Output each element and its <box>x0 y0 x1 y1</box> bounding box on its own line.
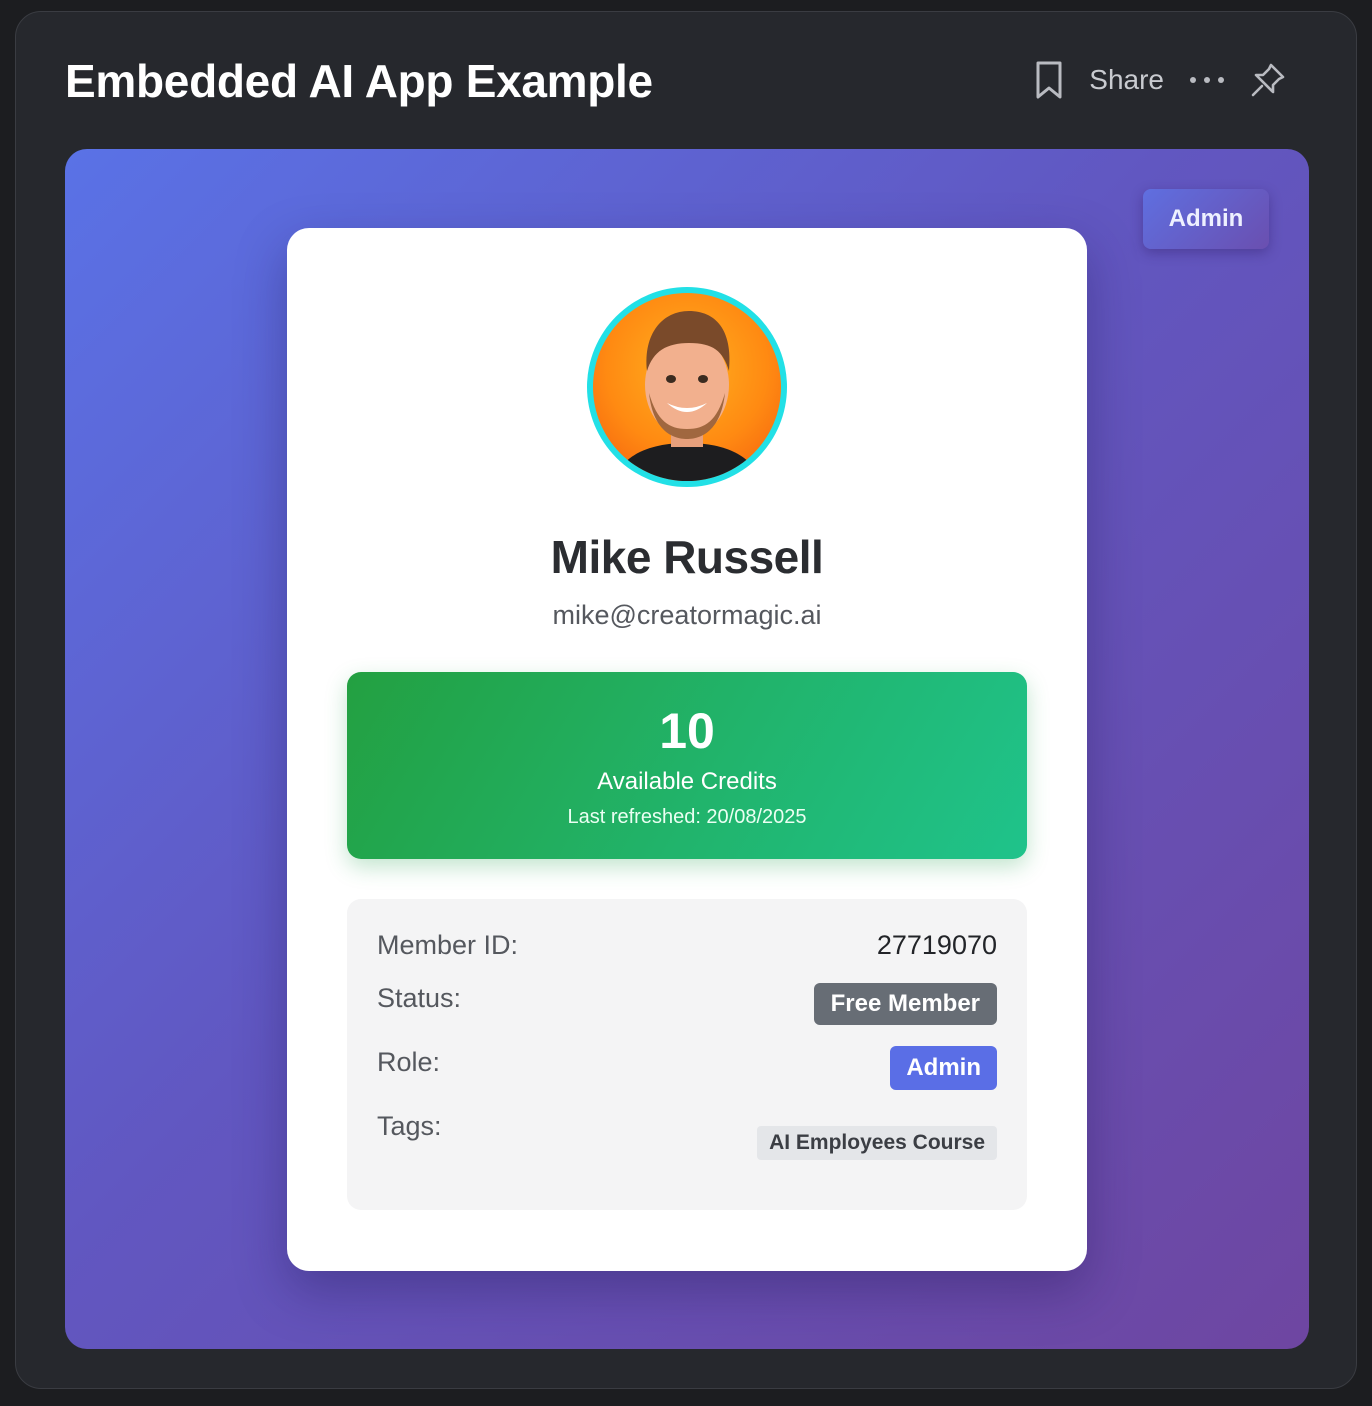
profile-card: Mike Russell mike@creatormagic.ai 10 Ava… <box>287 228 1087 1271</box>
pin-icon[interactable] <box>1250 62 1286 98</box>
page-title: Embedded AI App Example <box>65 55 653 107</box>
credits-value: 10 <box>659 703 715 759</box>
member-id-value: 27719070 <box>876 930 997 960</box>
share-button[interactable]: Share <box>1089 64 1164 96</box>
status-label: Status: <box>377 983 462 1013</box>
app-window: Embedded AI App Example Share Admin Mike… <box>15 11 1357 1389</box>
more-icon[interactable] <box>1188 74 1226 86</box>
bookmark-icon[interactable] <box>1033 60 1065 100</box>
embedded-app: Admin Mike Russell mike@creatormagic.ai … <box>65 149 1309 1349</box>
credits-refreshed: Last refreshed: 20/08/2025 <box>567 806 807 828</box>
avatar-portrait-icon <box>613 311 761 481</box>
member-id-label: Member ID: <box>377 930 519 960</box>
header-actions: Share <box>1033 60 1286 100</box>
role-label: Role: <box>377 1047 441 1077</box>
avatar <box>587 287 787 487</box>
header: Embedded AI App Example Share <box>16 12 1356 150</box>
status-badge: Free Member <box>813 983 997 1025</box>
user-email: mike@creatormagic.ai <box>552 600 822 630</box>
credits-panel: 10 Available Credits Last refreshed: 20/… <box>347 672 1027 859</box>
admin-button[interactable]: Admin <box>1143 189 1269 249</box>
credits-label: Available Credits <box>597 768 777 795</box>
tags-label: Tags: <box>377 1111 442 1141</box>
tag-chip: AI Employees Course <box>757 1126 997 1160</box>
user-name: Mike Russell <box>550 531 824 583</box>
member-info-panel: Member ID: 27719070 Status: Free Member … <box>347 899 1027 1210</box>
role-badge: Admin <box>890 1046 997 1090</box>
